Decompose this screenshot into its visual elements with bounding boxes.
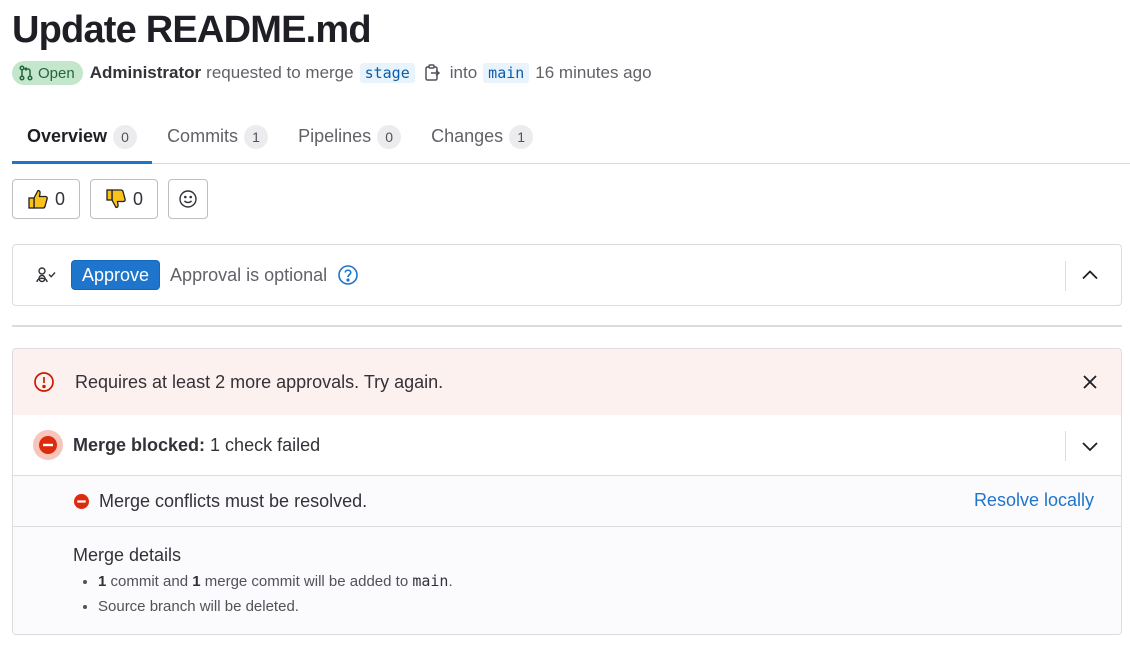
approve-button[interactable]: Approve — [71, 260, 161, 290]
merge-commit-count: 1 — [192, 573, 201, 590]
requested-text: requested to merge — [206, 63, 354, 82]
merge-blocked-detail: 1 check failed — [210, 434, 321, 455]
source-branch[interactable]: stage — [359, 63, 415, 83]
thumbs-down-icon — [106, 189, 126, 209]
detail-text: merge commit will be added to — [204, 573, 409, 590]
list-item: 1 commit and 1 merge commit will be adde… — [98, 572, 1121, 591]
tab-count: 1 — [509, 124, 534, 149]
thumbs-up-count: 0 — [55, 188, 66, 209]
approval-panel: Approve Approval is optional — [12, 244, 1122, 306]
reactions-bar: 0 0 — [12, 179, 209, 219]
add-reaction-button[interactable] — [168, 179, 209, 219]
merge-request-meta: Open Administrator requested to merge st… — [12, 60, 652, 86]
smiley-icon — [179, 190, 197, 208]
tab-count: 1 — [244, 124, 269, 149]
section-divider — [12, 325, 1122, 327]
merge-blocked-row: Merge blocked: 1 check failed — [13, 415, 1121, 476]
approval-status-text: Approval is optional — [170, 264, 328, 285]
merge-conflict-check: Merge conflicts must be resolved. Resolv… — [13, 476, 1121, 527]
merge-request-icon — [19, 65, 33, 81]
thumbs-down-count: 0 — [133, 188, 144, 209]
divider — [1065, 261, 1066, 291]
tab-label: Overview — [27, 126, 108, 146]
thumbs-up-button[interactable]: 0 — [12, 179, 81, 219]
close-icon[interactable] — [1079, 371, 1101, 393]
resolve-locally-link[interactable]: Resolve locally — [974, 490, 1094, 511]
merge-blocked-label: Merge blocked: — [73, 434, 206, 455]
list-item: Source branch will be deleted. — [98, 597, 1121, 616]
failed-status-icon — [73, 493, 90, 510]
approval-user-icon — [35, 266, 57, 284]
error-icon — [33, 371, 55, 393]
tab-label: Commits — [167, 126, 239, 146]
tab-count: 0 — [377, 124, 402, 149]
detail-period: . — [448, 573, 453, 590]
tab-label: Changes — [431, 126, 504, 146]
merge-details-list: 1 commit and 1 merge commit will be adde… — [73, 572, 1121, 616]
copy-branch-icon[interactable] — [424, 64, 440, 82]
tab-pipelines[interactable]: Pipelines 0 — [283, 110, 416, 163]
tab-count: 0 — [113, 124, 138, 149]
alert-message: Requires at least 2 more approvals. Try … — [75, 371, 444, 392]
page-title: Update README.md — [12, 9, 372, 51]
tab-label: Pipelines — [298, 126, 372, 146]
chevron-up-icon[interactable] — [1079, 264, 1101, 286]
blocked-status-icon — [33, 430, 63, 460]
thumbs-down-button[interactable]: 0 — [90, 179, 159, 219]
detail-text: commit and — [110, 573, 189, 590]
target-branch-name: main — [412, 572, 449, 590]
approval-alert: Requires at least 2 more approvals. Try … — [13, 349, 1121, 415]
target-branch[interactable]: main — [483, 63, 530, 83]
author-link[interactable]: Administrator — [90, 63, 201, 83]
divider — [1065, 431, 1066, 461]
tab-commits[interactable]: Commits 1 — [152, 110, 283, 163]
status-badge: Open — [12, 61, 83, 85]
into-text: into — [449, 63, 478, 82]
chevron-down-icon[interactable] — [1079, 435, 1101, 457]
mr-tabs: Overview 0 Commits 1 Pipelines 0 Changes… — [12, 110, 1130, 164]
merge-widget: Requires at least 2 more approvals. Try … — [12, 348, 1122, 635]
merge-details: Merge details 1 commit and 1 merge commi… — [13, 527, 1121, 634]
status-label: Open — [38, 64, 75, 82]
thumbs-up-icon — [28, 189, 48, 209]
timestamp: 16 minutes ago — [535, 63, 652, 82]
conflict-message: Merge conflicts must be resolved. — [99, 490, 368, 511]
merge-details-title: Merge details — [73, 545, 182, 565]
question-icon[interactable] — [337, 264, 359, 286]
tab-changes[interactable]: Changes 1 — [416, 110, 548, 163]
merge-blocked-text: Merge blocked: 1 check failed — [73, 435, 320, 456]
tab-overview[interactable]: Overview 0 — [12, 110, 153, 164]
commit-count: 1 — [98, 573, 107, 590]
